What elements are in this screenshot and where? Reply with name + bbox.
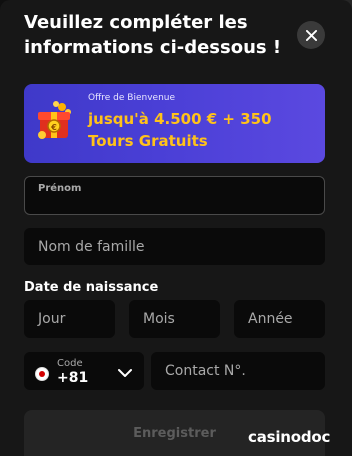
close-icon [305,29,317,41]
registration-modal: Veuillez compléter les informations ci-d… [0,0,352,456]
japan-flag-icon [35,367,49,381]
phone-number-field[interactable]: Contact N°. [151,352,325,390]
dob-year-field[interactable]: Année [234,300,325,338]
dob-month-field[interactable]: Mois [129,300,220,338]
first-name-field[interactable]: Prénom [24,176,325,215]
dob-label: Date de naissance [24,280,159,295]
first-name-label: Prénom [38,183,82,194]
chevron-down-icon [118,369,132,377]
welcome-offer-banner: € Offre de Bienvenue jusqu'à 4.500 € + 3… [24,84,325,163]
modal-title: Veuillez compléter les informations ci-d… [24,12,282,58]
gift-chest-icon: € [38,101,71,139]
offer-kicker: Offre de Bienvenue [88,93,176,103]
month-placeholder: Mois [143,311,175,327]
watermark-logo: casinodoc [248,428,331,446]
day-placeholder: Jour [38,311,66,327]
phone-code-select[interactable]: Code +81 [24,352,144,390]
last-name-field[interactable]: Nom de famille [24,228,325,265]
svg-text:€: € [50,123,57,132]
dob-day-field[interactable]: Jour [24,300,115,338]
close-button[interactable] [297,21,325,49]
phone-code-label: Code [57,358,83,369]
year-placeholder: Année [248,311,293,327]
phone-placeholder: Contact N°. [165,363,246,379]
offer-headline: jusqu'à 4.500 € + 350 Tours Gratuits [88,110,272,150]
phone-code-value: +81 [57,370,89,386]
last-name-placeholder: Nom de famille [38,238,145,255]
